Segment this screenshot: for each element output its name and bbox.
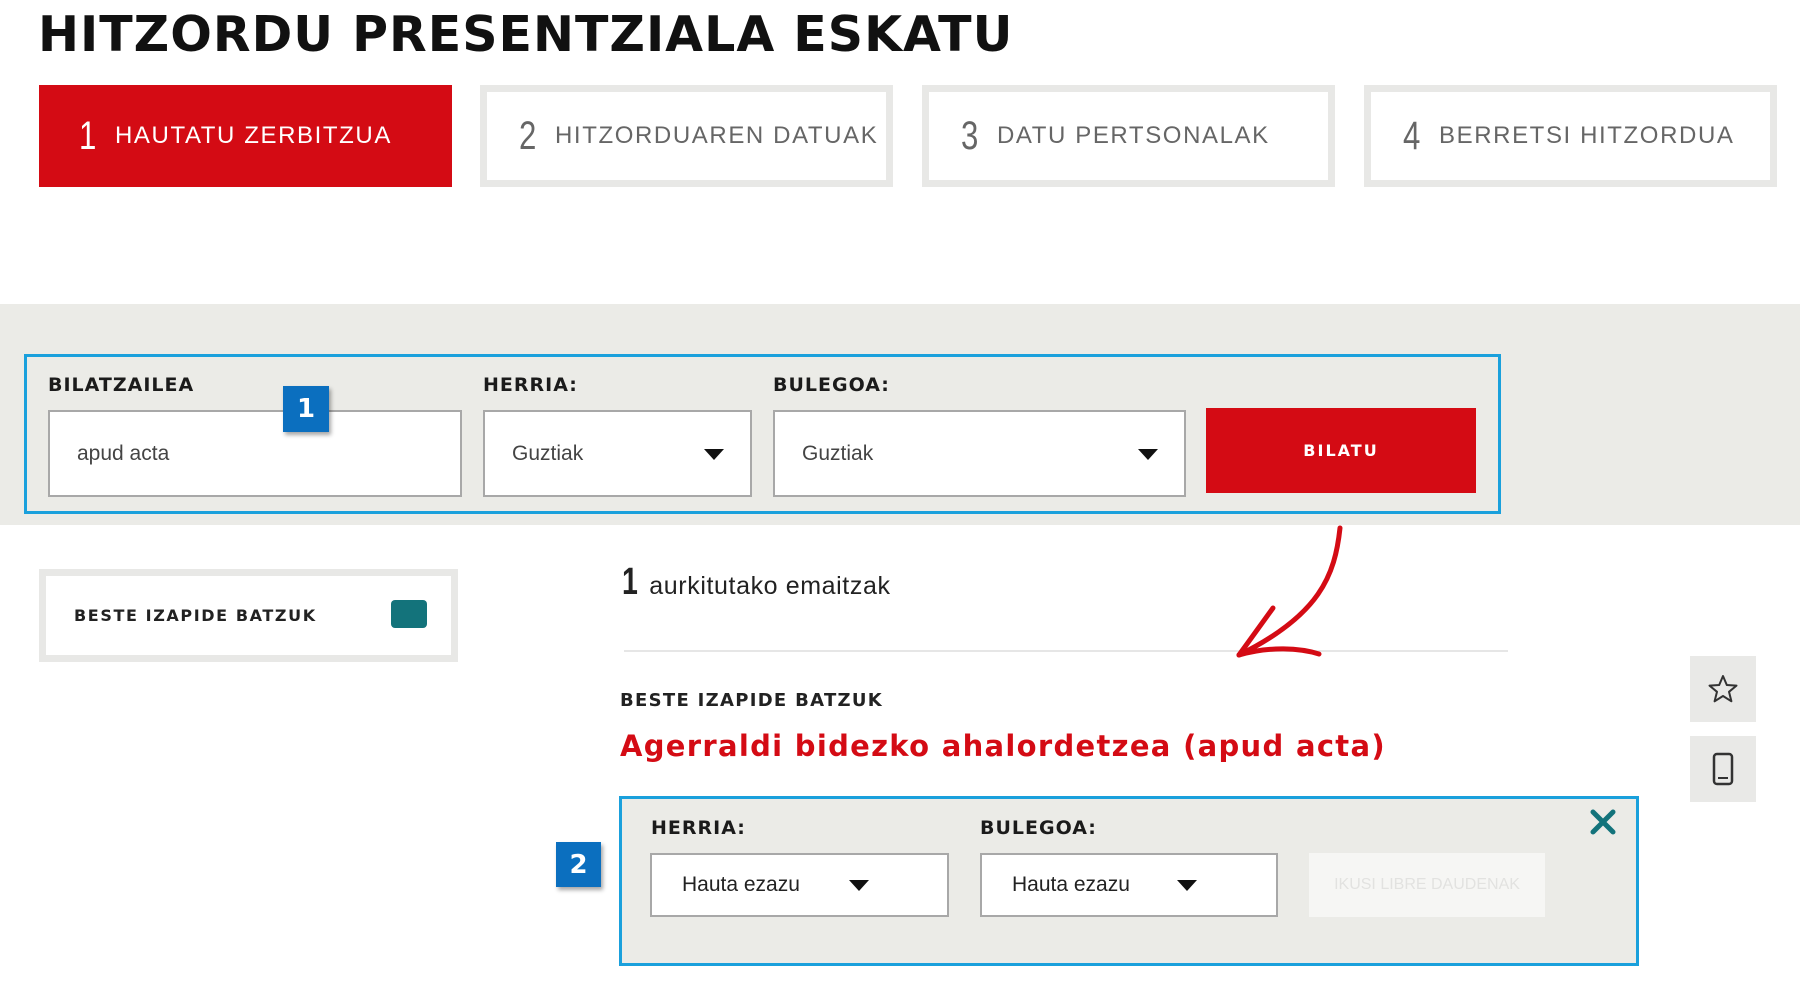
appointment-town-select[interactable]: Hauta ezazu [650,853,949,917]
favorite-button[interactable] [1690,656,1756,722]
appointment-office-value: Hauta ezazu [1012,873,1130,896]
search-button[interactable]: BILATU [1206,408,1476,493]
step-1-select-service[interactable]: 1 HAUTATU ZERBITZUA [39,85,452,187]
results-divider [624,650,1508,652]
category-filter-other-procedures[interactable]: BESTE IZAPIDE BATZUK [39,569,458,662]
curved-arrow-icon [1236,525,1343,658]
step-label: HAUTATU ZERBITZUA [115,122,392,149]
chevron-down-icon [704,449,724,460]
search-input[interactable]: apud acta [48,410,462,497]
results-count: 1 aurkitutako emaitzak [622,561,891,604]
results-count-text: aurkitutako emaitzak [649,572,891,600]
office-label: BULEGOA: [773,374,890,396]
appointment-town-value: Hauta ezazu [682,873,800,896]
appointment-town-label: HERRIA: [651,817,746,839]
chevron-down-icon [849,880,869,891]
search-input-value: apud acta [77,441,170,465]
close-icon[interactable] [1589,808,1617,836]
step-number: 1 [79,113,97,158]
mobile-phone-icon [1712,752,1734,786]
office-select-value: Guztiak [802,441,874,465]
town-select[interactable]: Guztiak [483,410,752,497]
step-4-confirm-appointment[interactable]: 4 BERRETSI HITZORDUA [1364,85,1777,187]
step-3-personal-data[interactable]: 3 DATU PERTSONALAK [922,85,1335,187]
step-number: 2 [519,113,537,158]
category-color-swatch [391,600,427,628]
searcher-label: BILATZAILEA [48,374,195,396]
step-2-appointment-details[interactable]: 2 HITZORDUAREN DATUAK [480,85,893,187]
results-count-number: 1 [622,561,639,603]
star-icon [1708,675,1738,703]
see-free-slots-button[interactable]: IKUSI LIBRE DAUDENAK [1309,853,1545,917]
appointment-office-select[interactable]: Hauta ezazu [980,853,1278,917]
town-label: HERRIA: [483,374,578,396]
category-filter-label: BESTE IZAPIDE BATZUK [74,606,317,625]
step-number: 3 [961,113,979,158]
page-title: HITZORDU PRESENTZIALA ESKATU [38,6,1014,63]
appointment-office-label: BULEGOA: [980,817,1097,839]
result-title-link[interactable]: Agerraldi bidezko ahalordetzea (apud act… [620,729,1386,763]
mobile-view-button[interactable] [1690,736,1756,802]
town-select-value: Guztiak [512,441,584,465]
result-category: BESTE IZAPIDE BATZUK [620,690,884,711]
chevron-down-icon [1177,880,1197,891]
callout-badge-1: 1 [283,386,329,432]
step-label: HITZORDUAREN DATUAK [555,122,879,149]
chevron-down-icon [1138,449,1158,460]
step-label: DATU PERTSONALAK [997,122,1270,149]
office-select[interactable]: Guztiak [773,410,1186,497]
step-number: 4 [1403,113,1421,158]
callout-badge-2: 2 [556,842,601,887]
step-label: BERRETSI HITZORDUA [1439,122,1735,149]
